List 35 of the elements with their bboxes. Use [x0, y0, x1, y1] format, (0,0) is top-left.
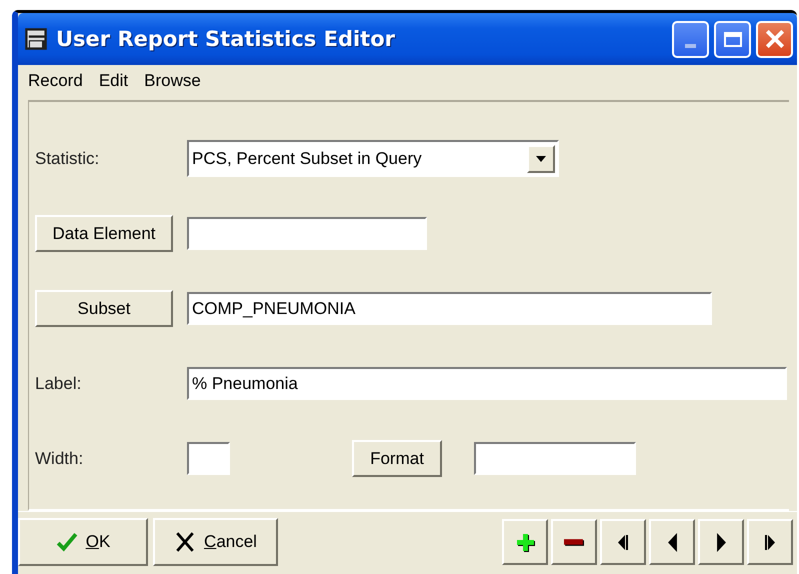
- add-button[interactable]: [502, 519, 548, 565]
- app-icon: [24, 27, 48, 51]
- next-record-button[interactable]: [698, 519, 744, 565]
- close-icon: [766, 30, 784, 48]
- minus-icon: [564, 538, 584, 546]
- maximize-button[interactable]: [714, 20, 751, 58]
- input-field[interactable]: [474, 442, 636, 475]
- menu-item[interactable]: Edit: [98, 71, 128, 91]
- delete-button[interactable]: [551, 519, 597, 565]
- first-record-button[interactable]: [600, 519, 646, 565]
- input-field[interactable]: COMP_PNEUMONIA: [187, 292, 712, 325]
- last-record-button[interactable]: [747, 519, 793, 565]
- dropdown[interactable]: PCS, Percent Subset in Query: [187, 140, 559, 177]
- field-label: Statistic:: [35, 148, 100, 168]
- field-label: Width:: [35, 448, 84, 468]
- button[interactable]: Data Element: [35, 215, 173, 252]
- previous-record-button[interactable]: [649, 519, 695, 565]
- close-icon: [174, 531, 196, 553]
- next-icon: [716, 532, 726, 552]
- input-field[interactable]: [187, 442, 230, 475]
- cancel-button[interactable]: Cancel: [153, 518, 278, 566]
- menu-item[interactable]: Record: [28, 71, 83, 91]
- close-button[interactable]: [756, 20, 793, 58]
- plus-icon: [514, 532, 536, 552]
- minimize-button[interactable]: [672, 20, 709, 58]
- menu-item[interactable]: Browse: [144, 71, 201, 91]
- field-label: Label:: [35, 374, 82, 394]
- input-field[interactable]: % Pneumonia: [187, 367, 787, 400]
- button[interactable]: Subset: [35, 290, 173, 327]
- checkmark-icon: [56, 531, 78, 553]
- format-button[interactable]: Format: [352, 440, 442, 477]
- ok-button[interactable]: OK: [18, 518, 148, 566]
- input-field[interactable]: [187, 217, 427, 250]
- window-title: User Report Statistics Editor: [56, 27, 396, 51]
- previous-icon: [668, 532, 676, 552]
